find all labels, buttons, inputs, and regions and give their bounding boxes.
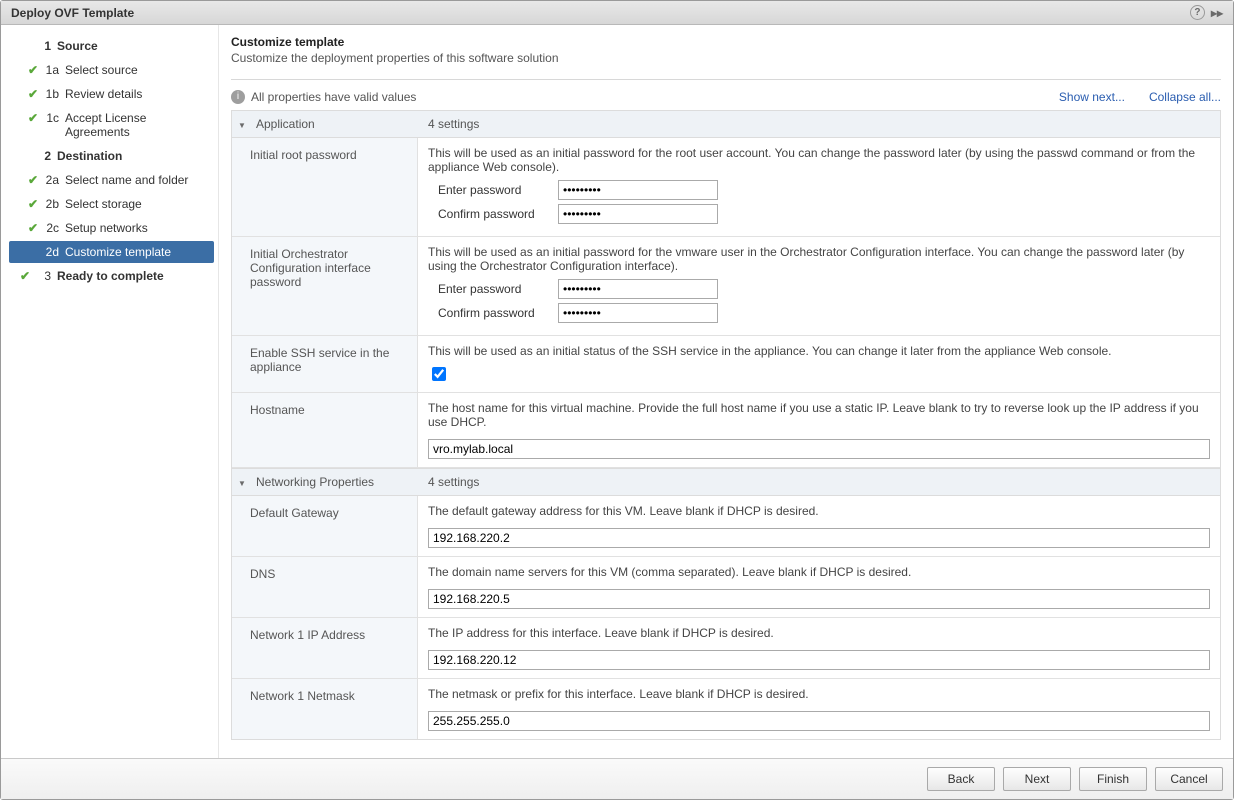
sidebar-step-ready[interactable]: ✔3Ready to complete <box>9 265 214 287</box>
prop-description: The host name for this virtual machine. … <box>428 401 1210 429</box>
check-icon: ✔ <box>25 111 41 125</box>
divider <box>231 79 1221 80</box>
group-meta: 4 settings <box>418 111 489 137</box>
sidebar-step-select-storage[interactable]: ✔2bSelect storage <box>9 193 214 215</box>
status-text: All properties have valid values <box>251 90 416 104</box>
prop-label: Initial root password <box>232 138 418 236</box>
prop-label: Network 1 IP Address <box>232 618 418 678</box>
prop-description: The default gateway address for this VM.… <box>428 504 1210 518</box>
group-header-networking: Networking Properties 4 settings <box>232 468 1220 496</box>
netmask-input[interactable] <box>428 711 1210 731</box>
wizard-footer: Back Next Finish Cancel <box>1 758 1233 799</box>
titlebar: Deploy OVF Template ? ▸▸ <box>1 1 1233 25</box>
prop-row-gateway: Default Gateway The default gateway addr… <box>232 496 1220 557</box>
dns-input[interactable] <box>428 589 1210 609</box>
sidebar-step-select-name[interactable]: ✔2aSelect name and folder <box>9 169 214 191</box>
group-meta: 4 settings <box>418 469 489 495</box>
enter-password-label: Enter password <box>428 183 548 197</box>
prop-label: Network 1 Netmask <box>232 679 418 739</box>
ip-input[interactable] <box>428 650 1210 670</box>
status-row: i All properties have valid values Show … <box>231 86 1221 110</box>
main-panel: Customize template Customize the deploym… <box>219 25 1233 758</box>
wizard-window: Deploy OVF Template ? ▸▸ ✔1Source ✔1aSel… <box>0 0 1234 800</box>
prop-description: This will be used as an initial password… <box>428 245 1210 273</box>
sidebar-step-review-details[interactable]: ✔1bReview details <box>9 83 214 105</box>
gateway-input[interactable] <box>428 528 1210 548</box>
page-title: Customize template <box>231 35 1221 49</box>
confirm-password-label: Confirm password <box>428 207 548 221</box>
sidebar-step-setup-networks[interactable]: ✔2cSetup networks <box>9 217 214 239</box>
check-icon: ✔ <box>25 87 41 101</box>
hostname-input[interactable] <box>428 439 1210 459</box>
check-icon: ✔ <box>25 63 41 77</box>
check-icon: ✔ <box>25 173 41 187</box>
sidebar-section-source: ✔1Source <box>9 35 214 57</box>
sidebar-step-select-source[interactable]: ✔1aSelect source <box>9 59 214 81</box>
titlebar-icons: ? ▸▸ <box>1190 5 1223 20</box>
info-icon: i <box>231 90 245 104</box>
collapse-all-link[interactable]: Collapse all... <box>1149 90 1221 104</box>
prop-description: This will be used as an initial password… <box>428 146 1210 174</box>
prop-row-orchestrator-password: Initial Orchestrator Configuration inter… <box>232 237 1220 336</box>
page-subtitle: Customize the deployment properties of t… <box>231 51 1221 65</box>
next-button[interactable]: Next <box>1003 767 1071 791</box>
prop-label: DNS <box>232 557 418 617</box>
help-icon[interactable]: ? <box>1190 5 1205 20</box>
show-next-link[interactable]: Show next... <box>1059 90 1125 104</box>
window-title: Deploy OVF Template <box>11 6 134 20</box>
prop-label: Default Gateway <box>232 496 418 556</box>
prop-row-hostname: Hostname The host name for this virtual … <box>232 393 1220 468</box>
prop-label: Enable SSH service in the appliance <box>232 336 418 392</box>
finish-button[interactable]: Finish <box>1079 767 1147 791</box>
sidebar-section-destination: ✔2Destination <box>9 145 214 167</box>
group-name: Application <box>252 111 418 137</box>
orch-password-input[interactable] <box>558 279 718 299</box>
prop-description: The domain name servers for this VM (com… <box>428 565 1210 579</box>
group-header-application: Application 4 settings <box>232 111 1220 138</box>
fast-forward-icon[interactable]: ▸▸ <box>1211 6 1223 20</box>
orch-password-confirm-input[interactable] <box>558 303 718 323</box>
prop-row-ip: Network 1 IP Address The IP address for … <box>232 618 1220 679</box>
sidebar-step-customize-template[interactable]: ✔2dCustomize template <box>9 241 214 263</box>
collapse-toggle-icon[interactable] <box>232 469 252 495</box>
back-button[interactable]: Back <box>927 767 995 791</box>
prop-description: The IP address for this interface. Leave… <box>428 626 1210 640</box>
prop-row-enable-ssh: Enable SSH service in the appliance This… <box>232 336 1220 393</box>
enter-password-label: Enter password <box>428 282 548 296</box>
prop-label: Initial Orchestrator Configuration inter… <box>232 237 418 335</box>
cancel-button[interactable]: Cancel <box>1155 767 1223 791</box>
prop-row-root-password: Initial root password This will be used … <box>232 138 1220 237</box>
root-password-confirm-input[interactable] <box>558 204 718 224</box>
prop-row-netmask: Network 1 Netmask The netmask or prefix … <box>232 679 1220 739</box>
group-name: Networking Properties <box>252 469 418 495</box>
wizard-sidebar: ✔1Source ✔1aSelect source ✔1bReview deta… <box>1 25 219 758</box>
enable-ssh-checkbox[interactable] <box>432 367 446 381</box>
root-password-input[interactable] <box>558 180 718 200</box>
check-icon: ✔ <box>17 269 33 283</box>
check-icon: ✔ <box>25 197 41 211</box>
confirm-password-label: Confirm password <box>428 306 548 320</box>
prop-description: This will be used as an initial status o… <box>428 344 1210 358</box>
prop-row-dns: DNS The domain name servers for this VM … <box>232 557 1220 618</box>
prop-label: Hostname <box>232 393 418 467</box>
check-icon: ✔ <box>25 221 41 235</box>
prop-description: The netmask or prefix for this interface… <box>428 687 1210 701</box>
collapse-toggle-icon[interactable] <box>232 111 252 137</box>
properties-table: Application 4 settings Initial root pass… <box>231 110 1221 740</box>
sidebar-step-accept-license[interactable]: ✔1cAccept License Agreements <box>9 107 214 143</box>
